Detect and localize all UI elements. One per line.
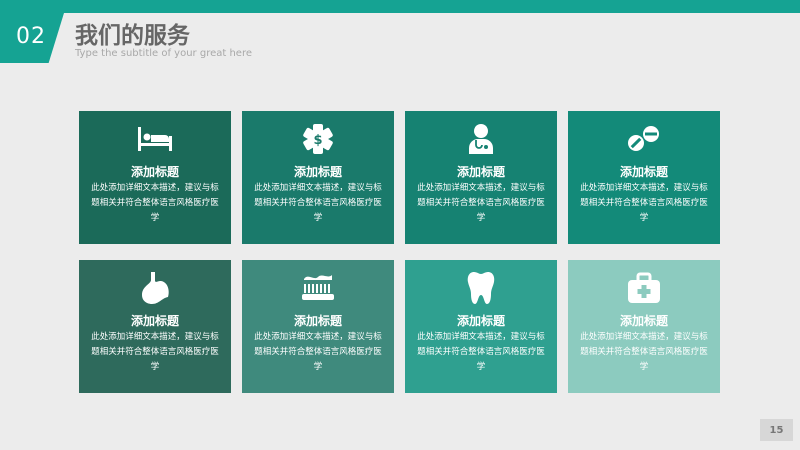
pills-icon [568,123,720,155]
page-subtitle: Type the subtitle of your great here [75,48,252,59]
service-card-4[interactable]: 添加标题 此处添加详细文本描述，建议与标题相关并符合整体语言风格医疗医学 [568,111,720,244]
first-aid-kit-icon [568,272,720,304]
top-accent-bar [0,0,800,13]
card-description: 此处添加详细文本描述，建议与标题相关并符合整体语言风格医疗医学 [580,332,708,372]
service-card-8[interactable]: 添加标题 此处添加详细文本描述，建议与标题相关并符合整体语言风格医疗医学 [568,260,720,393]
svg-text:$: $ [313,133,322,148]
card-title: 添加标题 [619,314,668,328]
toothbrush-icon [242,272,394,304]
section-number-tag: 02 [0,13,64,63]
service-card-7[interactable]: 添加标题 此处添加详细文本描述，建议与标题相关并符合整体语言风格医疗医学 [405,260,557,393]
card-description: 此处添加详细文本描述，建议与标题相关并符合整体语言风格医疗医学 [254,183,382,223]
page-number: 15 [760,419,793,441]
card-description: 此处添加详细文本描述，建议与标题相关并符合整体语言风格医疗医学 [580,183,708,223]
tooth-icon [405,272,557,304]
card-description: 此处添加详细文本描述，建议与标题相关并符合整体语言风格医疗医学 [254,332,382,372]
card-title: 添加标题 [293,165,342,179]
doctor-icon [405,123,557,155]
card-description: 此处添加详细文本描述，建议与标题相关并符合整体语言风格医疗医学 [417,183,545,223]
card-title: 添加标题 [293,314,342,328]
service-card-2[interactable]: $ 添加标题 此处添加详细文本描述，建议与标题相关并符合整体语言风格医疗医学 [242,111,394,244]
card-title: 添加标题 [619,165,668,179]
card-description: 此处添加详细文本描述，建议与标题相关并符合整体语言风格医疗医学 [91,332,219,372]
card-description: 此处添加详细文本描述，建议与标题相关并符合整体语言风格医疗医学 [417,332,545,372]
section-number: 02 [16,24,46,49]
card-title: 添加标题 [456,314,505,328]
service-card-1[interactable]: 添加标题 此处添加详细文本描述，建议与标题相关并符合整体语言风格医疗医学 [79,111,231,244]
service-card-3[interactable]: 添加标题 此处添加详细文本描述，建议与标题相关并符合整体语言风格医疗医学 [405,111,557,244]
card-title: 添加标题 [130,314,179,328]
hospital-bed-icon [79,123,231,155]
card-title: 添加标题 [456,165,505,179]
medical-cross-icon: $ [242,123,394,155]
service-card-6[interactable]: 添加标题 此处添加详细文本描述，建议与标题相关并符合整体语言风格医疗医学 [242,260,394,393]
card-description: 此处添加详细文本描述，建议与标题相关并符合整体语言风格医疗医学 [91,183,219,223]
service-card-5[interactable]: 添加标题 此处添加详细文本描述，建议与标题相关并符合整体语言风格医疗医学 [79,260,231,393]
page-title: 我们的服务 [75,23,190,49]
card-title: 添加标题 [130,165,179,179]
stomach-icon [79,272,231,304]
service-grid: 添加标题 此处添加详细文本描述，建议与标题相关并符合整体语言风格医疗医学 $ 添… [79,111,721,393]
